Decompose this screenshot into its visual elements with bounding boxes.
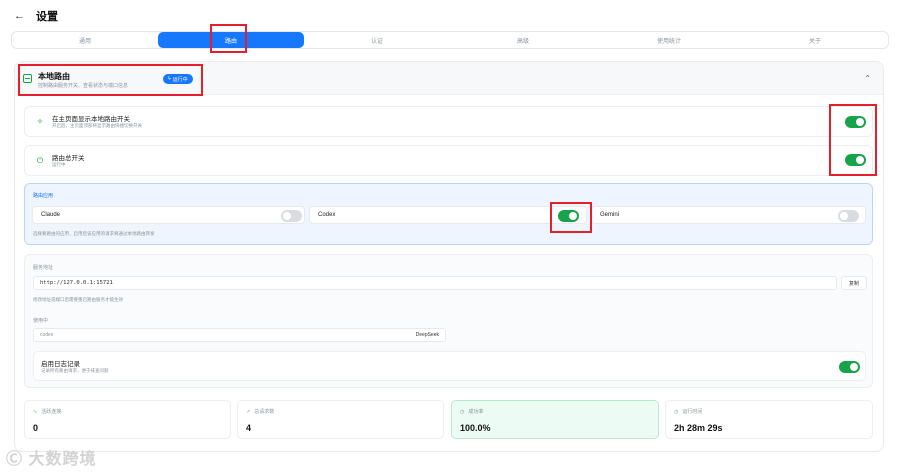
setting-desc: 运行中 bbox=[52, 162, 66, 167]
in-use-provider: DeepSeek bbox=[415, 332, 439, 338]
local-router-title: 本地路由 bbox=[38, 72, 70, 81]
stat-uptime: ◷ 运行时间 2h 28m 29s bbox=[665, 400, 873, 439]
clock-icon: ◷ bbox=[674, 408, 679, 415]
power-icon: ⏻ bbox=[36, 156, 44, 165]
sparkle-icon: ✧ bbox=[36, 117, 44, 126]
status-badge-label: 运行中 bbox=[172, 76, 188, 83]
stat-label: 活跃连接 bbox=[41, 409, 62, 415]
arrow-left-icon[interactable]: ← bbox=[14, 10, 25, 22]
page-title: 设置 bbox=[36, 11, 58, 23]
show-router-toggle-row: ✧ 在主页面显示本地路由开关 开启后，主页面顶部将显示路由快捷切换开关 bbox=[24, 106, 873, 137]
stat-label: 运行时间 bbox=[682, 409, 703, 415]
tab-auth[interactable]: 认证 bbox=[304, 32, 450, 48]
app-gemini: Gemini bbox=[591, 206, 866, 224]
route-apps-panel: 路由应用 Claude Codex Gemini 选择要路由的应用，启用后该应用… bbox=[24, 183, 873, 245]
address-value: http://127.0.0.1:15721 bbox=[40, 280, 113, 286]
activity-icon: ∿ bbox=[33, 408, 38, 415]
local-router-header[interactable]: 本地路由 控制路由服务开关、查看状态与端口信息 ϟ 运行中 ⌃ bbox=[15, 62, 883, 95]
gemini-toggle[interactable] bbox=[838, 210, 859, 222]
in-use-app: codex bbox=[40, 332, 54, 338]
local-router-subtitle: 控制路由服务开关、查看状态与端口信息 bbox=[38, 83, 129, 89]
log-row: 启用日志记录 记录所有路由请求，便于排查问题 bbox=[33, 351, 866, 381]
tab-about[interactable]: 关于 bbox=[742, 32, 888, 48]
setting-title: 在主页面显示本地路由开关 bbox=[52, 116, 130, 123]
stat-active-connections: ∿ 活跃连接 0 bbox=[24, 400, 231, 439]
watermark: Ⓒ 大数跨境 bbox=[6, 451, 97, 468]
pulse-icon: ϟ bbox=[168, 76, 171, 82]
chevron-up-icon[interactable]: ⌃ bbox=[864, 74, 871, 83]
stat-value: 100.0% bbox=[460, 423, 491, 433]
show-router-toggle[interactable] bbox=[845, 116, 866, 128]
tab-routing[interactable]: 路由 bbox=[158, 32, 304, 48]
address-input[interactable]: http://127.0.0.1:15721 bbox=[33, 276, 837, 290]
codex-toggle[interactable] bbox=[558, 210, 579, 222]
app-name: Gemini bbox=[600, 212, 620, 218]
setting-title: 路由总开关 bbox=[52, 155, 85, 162]
stat-value: 2h 28m 29s bbox=[674, 423, 723, 433]
watermark-text: 大数跨境 bbox=[28, 451, 97, 468]
route-apps-hint: 选择要路由的应用，启用后该应用的请求将通过本地路由转发 bbox=[33, 231, 155, 236]
in-use-select[interactable]: codex DeepSeek bbox=[33, 328, 446, 342]
page-header: ← 设置 bbox=[14, 8, 58, 24]
status-badge: ϟ 运行中 bbox=[163, 74, 193, 84]
stat-label: 成功率 bbox=[468, 409, 484, 415]
stat-value: 0 bbox=[33, 423, 39, 433]
tab-advanced[interactable]: 高级 bbox=[450, 32, 596, 48]
log-title: 启用日志记录 bbox=[41, 361, 80, 368]
stat-value: 4 bbox=[246, 423, 252, 433]
app-name: Claude bbox=[41, 212, 61, 218]
settings-tabs: 通用 路由 认证 高级 使用统计 关于 bbox=[11, 31, 889, 49]
server-icon bbox=[23, 74, 32, 83]
router-master-switch-row: ⏻ 路由总开关 运行中 bbox=[24, 145, 873, 176]
address-note: 修改地址或端口后需要重启路由服务才能生效 bbox=[33, 297, 123, 302]
stat-success-rate: ◷ 成功率 100.0% bbox=[451, 400, 659, 439]
app-name: Codex bbox=[318, 212, 336, 218]
stat-label: 总请求数 bbox=[254, 409, 275, 415]
log-desc: 记录所有路由请求，便于排查问题 bbox=[41, 368, 109, 373]
in-use-label: 使用中 bbox=[33, 318, 49, 324]
router-master-toggle[interactable] bbox=[845, 154, 866, 166]
route-apps-label: 路由应用 bbox=[33, 193, 54, 199]
trend-up-icon: ↗ bbox=[246, 408, 251, 415]
app-claude: Claude bbox=[32, 206, 305, 224]
tab-general[interactable]: 通用 bbox=[12, 32, 158, 48]
app-codex: Codex bbox=[309, 206, 587, 224]
setting-desc: 开启后，主页面顶部将显示路由快捷切换开关 bbox=[52, 123, 142, 128]
address-label: 服务地址 bbox=[33, 265, 54, 271]
log-toggle[interactable] bbox=[839, 361, 860, 373]
claude-toggle[interactable] bbox=[281, 210, 302, 222]
clock-icon: ◷ bbox=[460, 408, 465, 415]
service-panel: 服务地址 http://127.0.0.1:15721 复制 修改地址或端口后需… bbox=[24, 254, 873, 388]
copy-button[interactable]: 复制 bbox=[841, 276, 867, 290]
tab-usage-stats[interactable]: 使用统计 bbox=[596, 32, 742, 48]
stat-total-requests: ↗ 总请求数 4 bbox=[237, 400, 444, 439]
